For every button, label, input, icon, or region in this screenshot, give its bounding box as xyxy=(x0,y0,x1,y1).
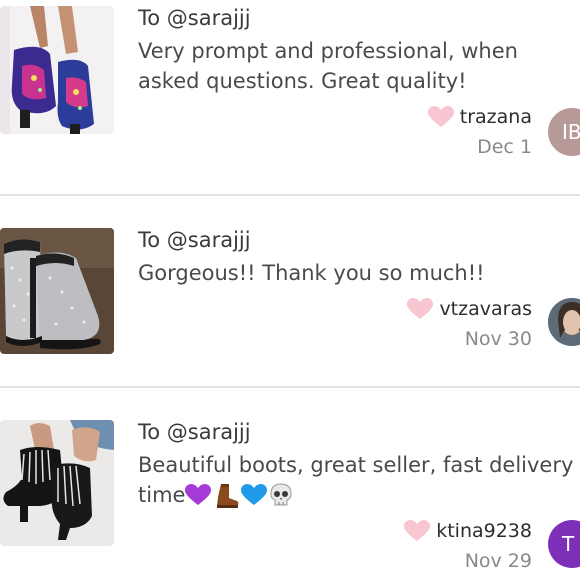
avatar-initials: IB xyxy=(562,120,580,144)
review-meta: ktina9238 Nov 29 xyxy=(404,520,532,572)
listing-thumbnail[interactable] xyxy=(0,6,114,134)
review-comment: Very prompt and professional, when asked… xyxy=(138,39,518,93)
review-recipient: To @sarajjj xyxy=(138,6,251,30)
review-recipient: To @sarajjj xyxy=(138,228,251,252)
reviewer-avatar[interactable]: IB xyxy=(548,108,580,156)
review-comment: Gorgeous!! Thank you so much!! xyxy=(138,261,485,285)
boots-image xyxy=(0,6,114,134)
skull-icon xyxy=(270,483,292,506)
review-item: To @sarajjj Beautiful boots, great selle… xyxy=(0,388,580,580)
reviewer-username[interactable]: trazana xyxy=(460,106,532,128)
listing-thumbnail[interactable] xyxy=(0,420,114,546)
boots-image xyxy=(0,420,114,546)
blue-heart-icon xyxy=(241,484,268,505)
review-date: Nov 29 xyxy=(464,550,532,572)
review-comment: Beautiful boots, great seller, fast deli… xyxy=(138,450,578,510)
review-recipient: To @sarajjj xyxy=(138,420,251,444)
review-date: Nov 30 xyxy=(464,328,532,350)
boots-image xyxy=(0,228,114,354)
avatar-initials: T xyxy=(562,532,575,556)
review-meta: vtzavaras Nov 30 xyxy=(407,298,532,350)
listing-thumbnail[interactable] xyxy=(0,228,114,354)
reviewer-avatar[interactable]: T xyxy=(548,520,580,568)
heart-icon xyxy=(407,298,434,319)
reviewer-username[interactable]: vtzavaras xyxy=(439,298,532,320)
purple-heart-icon xyxy=(185,484,212,505)
heart-icon xyxy=(404,520,431,541)
review-date: Dec 1 xyxy=(477,136,532,158)
avatar-photo xyxy=(548,298,580,346)
review-item: To @sarajjj Very prompt and professional… xyxy=(0,0,580,194)
heart-icon xyxy=(427,106,454,127)
comment-emojis xyxy=(185,483,293,509)
boot-icon xyxy=(217,484,239,508)
reviewer-username[interactable]: ktina9238 xyxy=(436,520,532,542)
review-meta: trazana Dec 1 xyxy=(427,106,532,158)
review-item: To @sarajjj Gorgeous!! Thank you so much… xyxy=(0,196,580,386)
reviewer-avatar[interactable] xyxy=(548,298,580,346)
